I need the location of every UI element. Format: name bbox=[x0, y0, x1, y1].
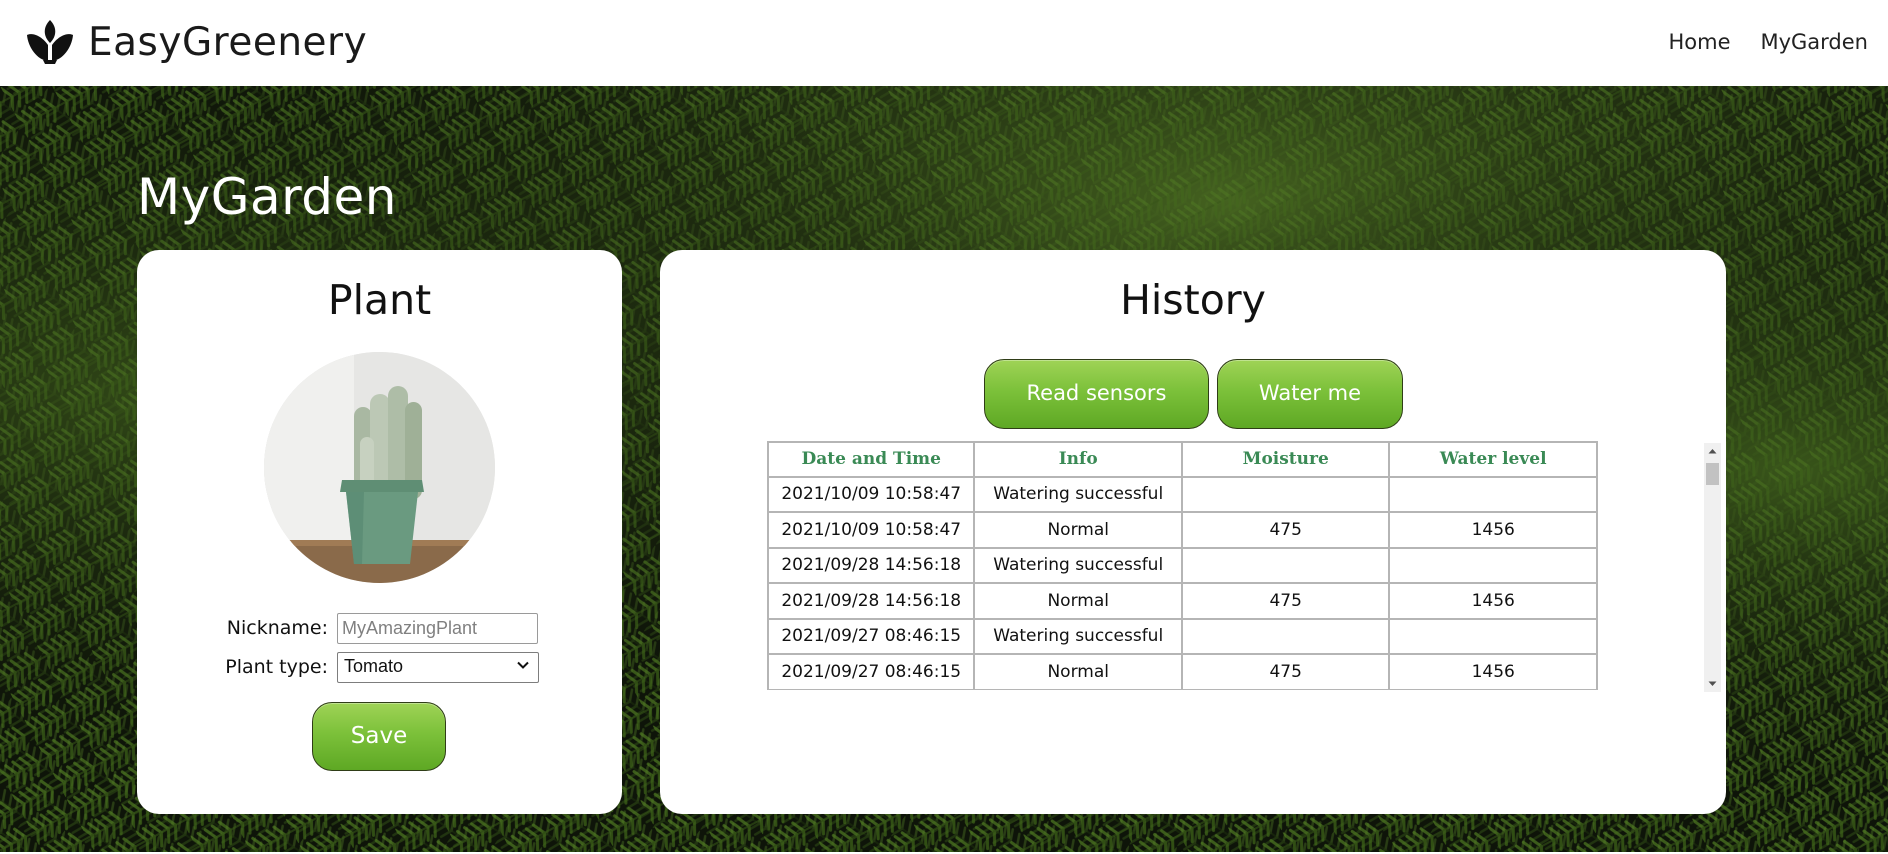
table-header-row: Date and Time Info Moisture Water level bbox=[767, 441, 1598, 477]
column-header-date: Date and Time bbox=[767, 441, 975, 477]
table-row: 2021/09/28 14:56:18 Watering successful bbox=[767, 547, 1598, 583]
cell-date: 2021/09/27 08:46:15 bbox=[767, 618, 975, 654]
table-row: 2021/09/28 14:56:18 Normal 475 1456 bbox=[767, 583, 1598, 619]
cell-water-level: 1456 bbox=[1389, 654, 1598, 690]
history-card-title: History bbox=[1120, 276, 1266, 324]
cell-info: Watering successful bbox=[974, 547, 1182, 583]
cell-info: Watering successful bbox=[974, 476, 1182, 512]
save-button[interactable]: Save bbox=[312, 702, 446, 771]
chevron-down-icon bbox=[517, 661, 529, 669]
history-scrollbar[interactable] bbox=[1704, 443, 1721, 692]
cell-water-level bbox=[1389, 476, 1598, 512]
brand-name: EasyGreenery bbox=[88, 19, 368, 65]
scroll-thumb[interactable] bbox=[1706, 463, 1719, 485]
history-table-container[interactable]: Date and Time Info Moisture Water level … bbox=[767, 441, 1598, 693]
cell-water-level: 1456 bbox=[1389, 512, 1598, 548]
cell-date: 2021/10/09 10:58:47 bbox=[767, 476, 975, 512]
cell-date: 2021/09/28 14:56:18 bbox=[767, 547, 975, 583]
cell-moisture: 475 bbox=[1181, 654, 1390, 690]
plant-type-selected-value: Tomato bbox=[344, 656, 404, 676]
column-header-water-level: Water level bbox=[1389, 441, 1598, 477]
nav-link-home[interactable]: Home bbox=[1668, 30, 1730, 54]
cell-info: Watering successful bbox=[974, 618, 1182, 654]
cell-info: Normal bbox=[974, 654, 1182, 690]
cell-info: Normal bbox=[974, 512, 1182, 548]
plant-type-label: Plant type: bbox=[225, 656, 328, 678]
cell-info: Normal bbox=[974, 583, 1182, 619]
brand[interactable]: EasyGreenery bbox=[24, 14, 367, 70]
column-header-moisture: Moisture bbox=[1181, 441, 1390, 477]
read-sensors-button[interactable]: Read sensors bbox=[984, 359, 1209, 429]
main-nav: Home MyGarden bbox=[1668, 30, 1868, 54]
cell-date: 2021/09/27 08:46:15 bbox=[767, 654, 975, 690]
cell-moisture: 475 bbox=[1181, 512, 1390, 548]
potted-cactus-icon bbox=[264, 352, 495, 583]
cell-moisture bbox=[1181, 547, 1390, 583]
cell-water-level bbox=[1389, 547, 1598, 583]
nickname-row: Nickname: bbox=[137, 612, 622, 644]
plant-card: Plant Nickname: Plant type: Tomato bbox=[137, 250, 622, 814]
cell-moisture: 475 bbox=[1181, 583, 1390, 619]
top-navigation-bar: EasyGreenery Home MyGarden bbox=[0, 0, 1888, 86]
history-table: Date and Time Info Moisture Water level … bbox=[767, 441, 1598, 690]
cell-water-level bbox=[1389, 618, 1598, 654]
plant-type-select[interactable]: Tomato bbox=[337, 652, 539, 683]
plant-type-row: Plant type: Tomato bbox=[137, 651, 622, 683]
scroll-up-arrow-icon[interactable] bbox=[1704, 443, 1721, 460]
leaf-logo-icon bbox=[27, 20, 73, 64]
cell-water-level: 1456 bbox=[1389, 583, 1598, 619]
nav-link-mygarden[interactable]: MyGarden bbox=[1760, 30, 1868, 54]
nickname-input[interactable] bbox=[337, 613, 538, 644]
water-me-button[interactable]: Water me bbox=[1217, 359, 1403, 429]
page-title: MyGarden bbox=[137, 168, 397, 226]
table-row: 2021/09/27 08:46:15 Normal 475 1456 bbox=[767, 654, 1598, 690]
plant-photo bbox=[264, 352, 495, 583]
table-row: 2021/10/09 10:58:47 Watering successful bbox=[767, 476, 1598, 512]
nickname-label: Nickname: bbox=[226, 617, 328, 639]
cell-moisture bbox=[1181, 618, 1390, 654]
cell-date: 2021/09/28 14:56:18 bbox=[767, 583, 975, 619]
scroll-down-arrow-icon[interactable] bbox=[1704, 675, 1721, 692]
cell-date: 2021/10/09 10:58:47 bbox=[767, 512, 975, 548]
plant-card-title: Plant bbox=[327, 276, 432, 324]
table-row: 2021/10/09 10:58:47 Normal 475 1456 bbox=[767, 512, 1598, 548]
column-header-info: Info bbox=[974, 441, 1182, 477]
table-row: 2021/09/27 08:46:15 Watering successful bbox=[767, 618, 1598, 654]
history-card: History Read sensors Water me Date and T… bbox=[660, 250, 1726, 814]
cell-moisture bbox=[1181, 476, 1390, 512]
